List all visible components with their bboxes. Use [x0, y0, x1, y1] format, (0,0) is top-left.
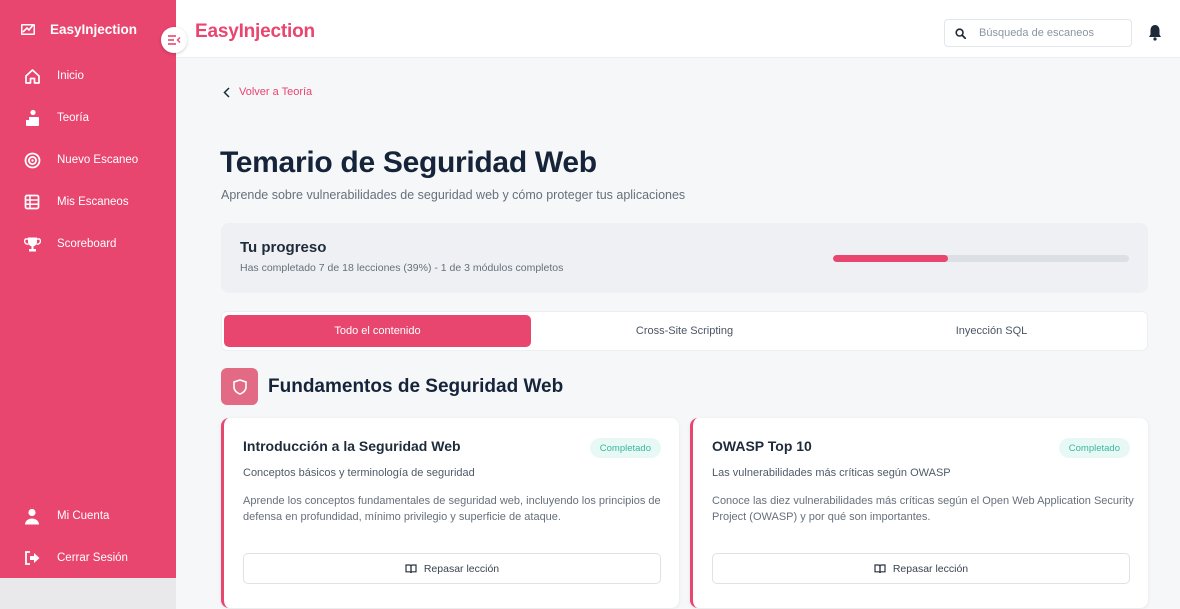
sidebar: EasyInjection Inicio Teoría Nuevo Escane… — [0, 0, 176, 578]
page-title: Temario de Seguridad Web — [220, 146, 597, 179]
sidebar-item-mi-cuenta[interactable]: Mi Cuenta — [0, 498, 176, 534]
sidebar-item-label: Cerrar Sesión — [57, 552, 128, 564]
sidebar-item-inicio[interactable]: Inicio — [0, 58, 176, 94]
progress-description: Has completado 7 de 18 lecciones (39%) -… — [240, 262, 564, 274]
lesson-card: Introducción a la Seguridad Web Completa… — [221, 418, 679, 608]
search-icon — [955, 27, 966, 39]
module-title: Fundamentos de Seguridad Web — [268, 375, 564, 397]
review-button-label: Repasar lección — [423, 562, 500, 575]
sidebar-brand-label: EasyInjection — [50, 21, 138, 37]
tab-cross-site-scripting[interactable]: Cross-Site Scripting — [531, 315, 838, 347]
back-link-label: Volver a Teoría — [239, 86, 313, 98]
sidebar-item-mis-escaneos[interactable]: Mis Escaneos — [0, 184, 176, 220]
sidebar-item-label: Nuevo Escaneo — [57, 154, 139, 166]
lesson-subtitle: Conceptos básicos y terminología de segu… — [243, 467, 475, 479]
sidebar-collapse-button[interactable] — [161, 27, 187, 53]
teacher-icon — [23, 109, 41, 127]
progress-bar-fill — [833, 255, 949, 262]
bell-icon[interactable] — [1148, 24, 1164, 42]
sidebar-item-cerrar-sesion[interactable]: Cerrar Sesión — [0, 540, 176, 576]
sidebar-brand[interactable]: EasyInjection — [0, 0, 176, 58]
brand-logo-icon — [20, 21, 36, 37]
list-icon — [23, 193, 41, 211]
lesson-description: Conoce las diez vulnerabilidades más crí… — [712, 495, 1134, 523]
target-icon — [23, 151, 41, 169]
tab-inyeccion-sql[interactable]: Inyección SQL — [838, 315, 1145, 347]
review-button-label: Repasar lección — [892, 562, 969, 575]
user-icon — [23, 507, 41, 525]
progress-card: Tu progreso Has completado 7 de 18 lecci… — [221, 223, 1148, 293]
search-box[interactable] — [944, 19, 1132, 47]
sidebar-item-label: Scoreboard — [57, 238, 117, 250]
search-input[interactable] — [979, 27, 1119, 39]
module-header: Fundamentos de Seguridad Web — [221, 368, 563, 405]
top-header: EasyInjection — [176, 0, 1180, 58]
chevron-left-icon — [223, 86, 230, 98]
sidebar-item-teoria[interactable]: Teoría — [0, 100, 176, 136]
lesson-description: Aprende los conceptos fundamentales de s… — [243, 495, 661, 523]
book-open-icon — [874, 563, 886, 574]
sidebar-item-scoreboard[interactable]: Scoreboard — [0, 226, 176, 262]
header-title[interactable]: EasyInjection — [195, 21, 315, 43]
lesson-card: OWASP Top 10 Completado Las vulnerabilid… — [690, 418, 1148, 608]
status-badge: Completado — [589, 438, 661, 458]
shield-icon — [221, 368, 258, 405]
sidebar-footer — [0, 578, 176, 609]
review-lesson-button[interactable]: Repasar lección — [712, 553, 1130, 584]
home-icon — [23, 67, 41, 85]
sidebar-item-label: Mi Cuenta — [57, 510, 110, 522]
book-open-icon — [405, 563, 417, 574]
content-tabs: Todo el contenido Cross-Site Scripting I… — [221, 311, 1148, 351]
lesson-title: OWASP Top 10 — [712, 438, 812, 454]
lesson-title: Introducción a la Seguridad Web — [243, 438, 461, 454]
trophy-icon — [23, 235, 41, 253]
collapse-menu-icon — [167, 34, 181, 46]
logout-icon — [23, 549, 41, 567]
sidebar-item-label: Inicio — [57, 70, 84, 82]
back-to-theory-link[interactable]: Volver a Teoría — [223, 86, 312, 98]
review-lesson-button[interactable]: Repasar lección — [243, 553, 661, 584]
lesson-subtitle: Las vulnerabilidades más críticas según … — [712, 467, 951, 479]
sidebar-item-label: Mis Escaneos — [57, 196, 129, 208]
status-badge: Completado — [1058, 438, 1130, 458]
progress-bar — [833, 255, 1129, 262]
tab-todo-el-contenido[interactable]: Todo el contenido — [224, 315, 531, 347]
page-subtitle: Aprende sobre vulnerabilidades de seguri… — [221, 188, 686, 202]
sidebar-item-nuevo-escaneo[interactable]: Nuevo Escaneo — [0, 142, 176, 178]
sidebar-item-label: Teoría — [57, 112, 89, 124]
progress-title: Tu progreso — [240, 239, 327, 256]
